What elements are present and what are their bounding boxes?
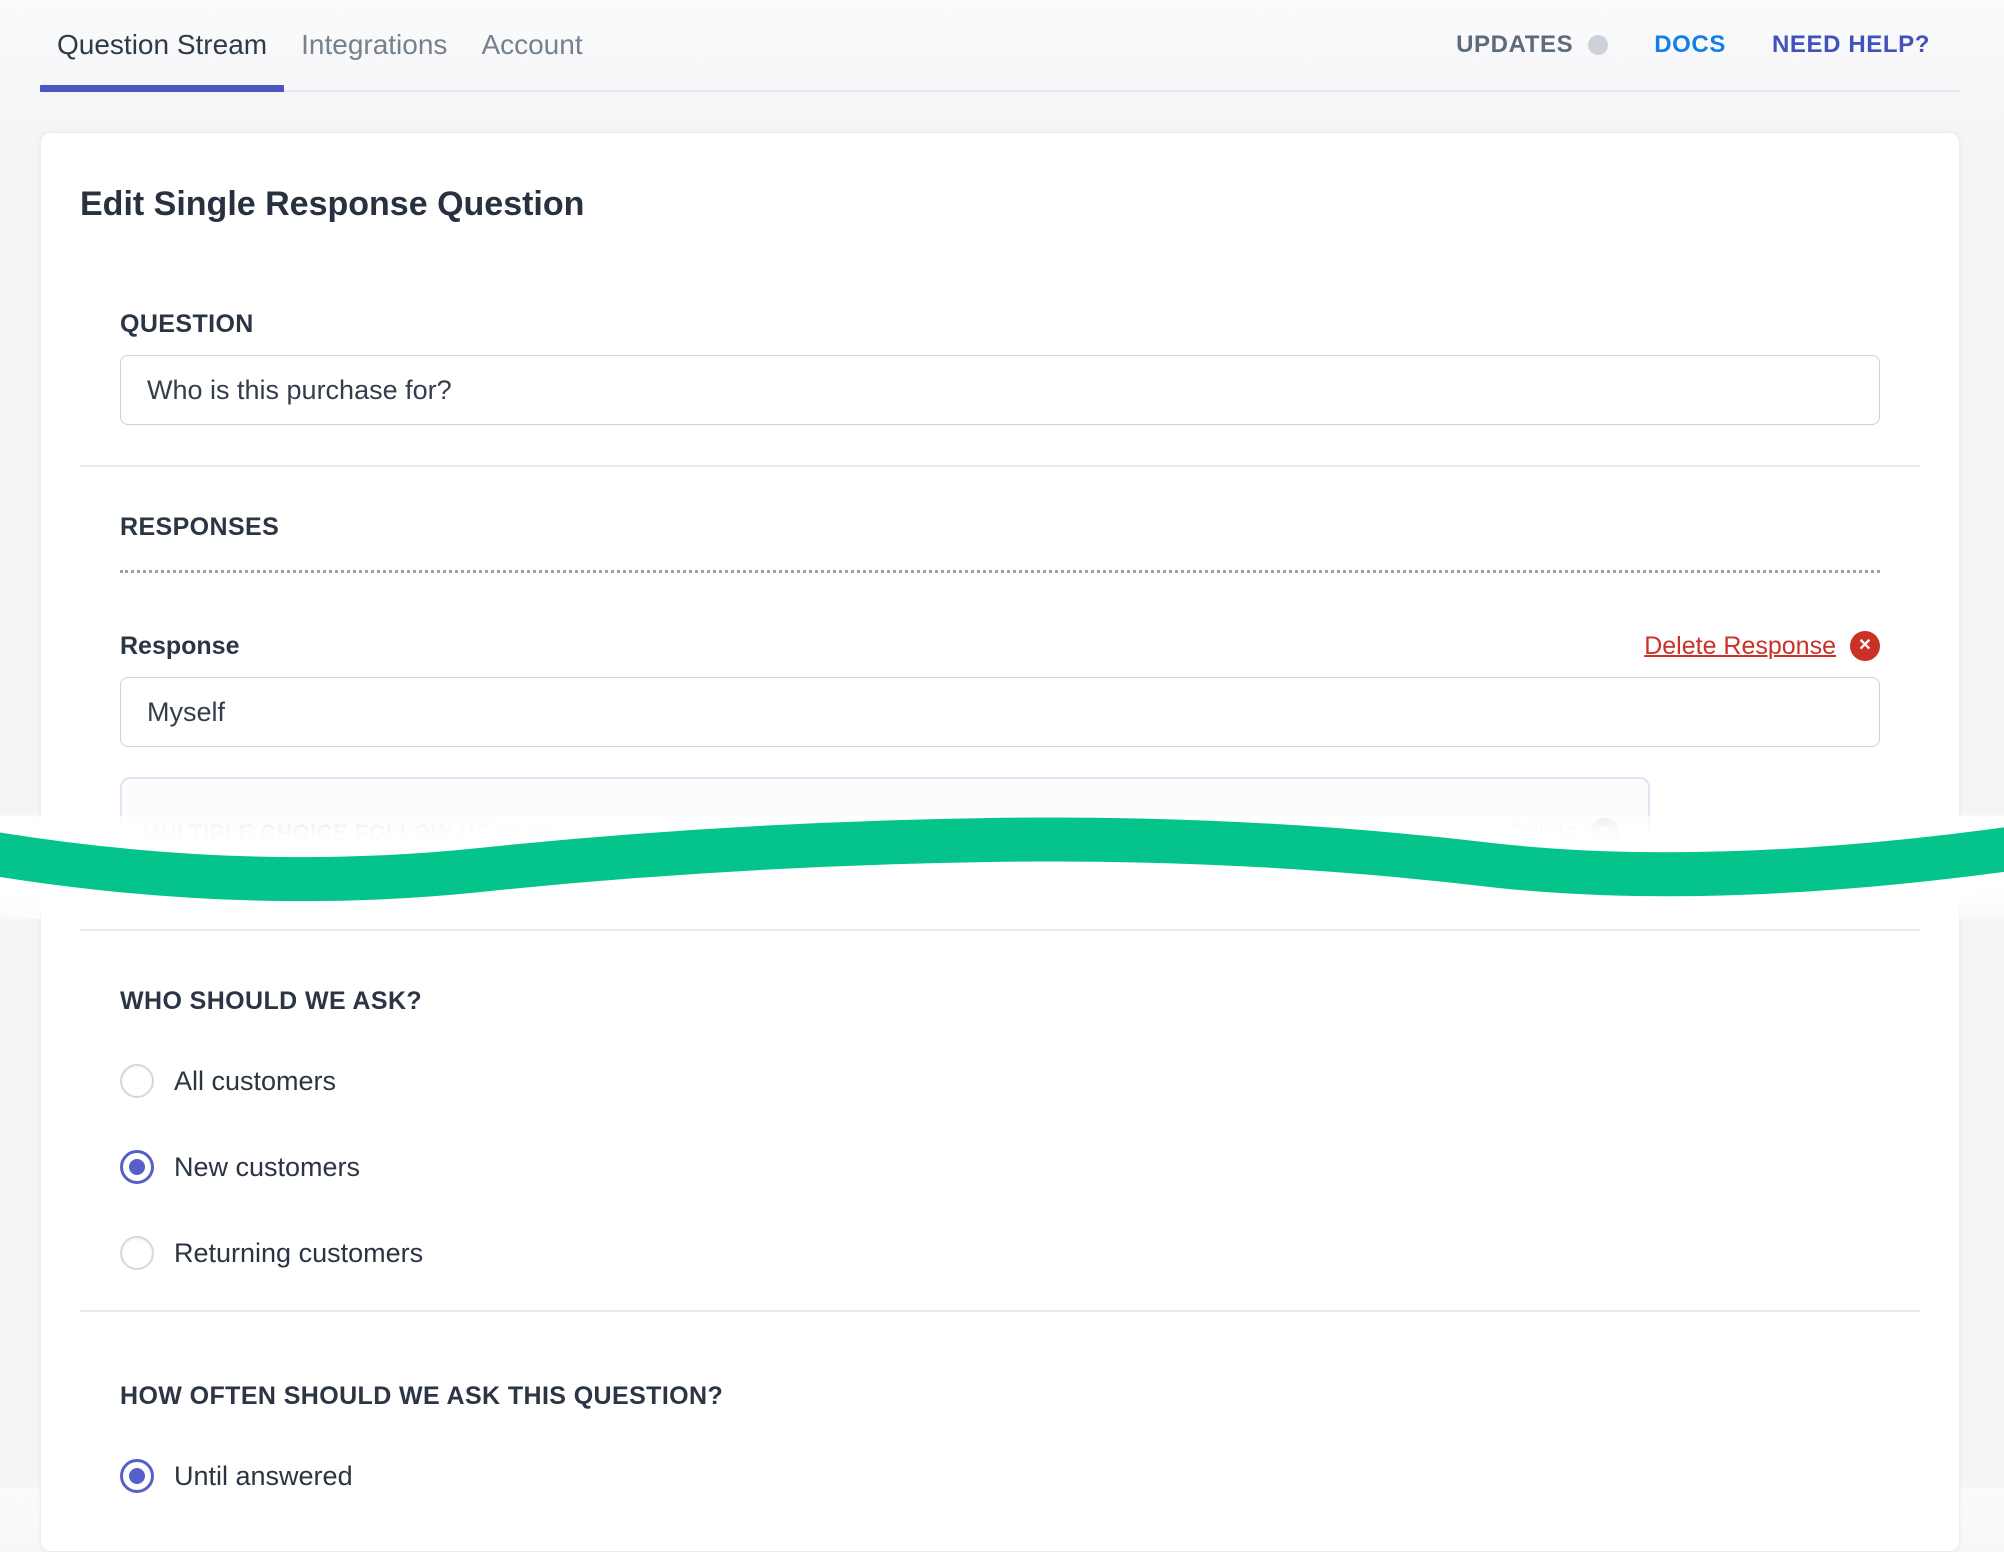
radio-option-all-customers[interactable]: All customers [120,1064,1880,1098]
radio-option-new-customers[interactable]: New customers [120,1150,1880,1184]
edit-question-card: Edit Single Response Question QUESTION R… [40,132,1960,1552]
followup-question-box: MULTIPLE CHOICE FOLLOW-UP QUESTION (SING… [120,777,1650,889]
radio-option-label: All customers [174,1066,336,1097]
followup-question-label: MULTIPLE CHOICE FOLLOW-UP QUESTION (SING… [142,820,853,846]
dotted-divider [120,570,1880,573]
tab-account-label: Account [481,29,582,61]
top-nav: Question Stream Integrations Account UPD… [40,0,1960,92]
delete-response-button[interactable]: Delete Response ✕ [1644,631,1880,661]
tab-question-stream-label: Question Stream [57,29,267,61]
tab-integrations[interactable]: Integrations [284,0,464,90]
updates-link[interactable]: UPDATES [1456,31,1608,59]
followup-delete-button[interactable]: Delete ✕ [1509,818,1620,848]
radio-button[interactable] [120,1236,154,1270]
section-divider [80,929,1920,931]
frequency-section-label: HOW OFTEN SHOULD WE ASK THIS QUESTION? [120,1382,1880,1411]
frequency-section: HOW OFTEN SHOULD WE ASK THIS QUESTION? U… [80,1382,1920,1493]
nav-right-links: UPDATES DOCS NEED HELP? [1456,31,1960,59]
response-label: Response [120,632,239,661]
tab-integrations-label: Integrations [301,29,447,61]
who-section-label: WHO SHOULD WE ASK? [120,987,1880,1016]
responses-section: RESPONSES Response Delete Response ✕ MUL… [80,513,1920,889]
radio-option-label: Until answered [174,1461,353,1492]
section-divider [80,465,1920,467]
section-divider [80,1310,1920,1312]
tab-question-stream[interactable]: Question Stream [40,0,284,90]
delete-response-x-icon[interactable]: ✕ [1850,631,1880,661]
tab-account[interactable]: Account [464,0,599,90]
docs-link[interactable]: DOCS [1654,31,1726,59]
page-title: Edit Single Response Question [80,185,1920,224]
updates-indicator-dot-icon [1588,35,1608,55]
nav-tabs: Question Stream Integrations Account [40,0,600,90]
delete-response-label: Delete Response [1644,632,1836,661]
question-section: QUESTION [80,310,1920,425]
radio-button[interactable] [120,1064,154,1098]
updates-label: UPDATES [1456,31,1573,59]
radio-button[interactable] [120,1150,154,1184]
question-input[interactable] [120,355,1880,425]
need-help-link[interactable]: NEED HELP? [1772,31,1930,59]
responses-label: RESPONSES [120,513,1880,542]
question-label: QUESTION [120,310,1880,339]
radio-option-returning-customers[interactable]: Returning customers [120,1236,1880,1270]
response-input[interactable] [120,677,1880,747]
followup-delete-label: Delete [1509,819,1578,847]
followup-delete-x-icon[interactable]: ✕ [1590,818,1620,848]
response-row: Response Delete Response ✕ [120,631,1880,661]
who-section: WHO SHOULD WE ASK? All customers New cus… [80,987,1920,1270]
radio-option-label: New customers [174,1152,360,1183]
radio-option-label: Returning customers [174,1238,423,1269]
